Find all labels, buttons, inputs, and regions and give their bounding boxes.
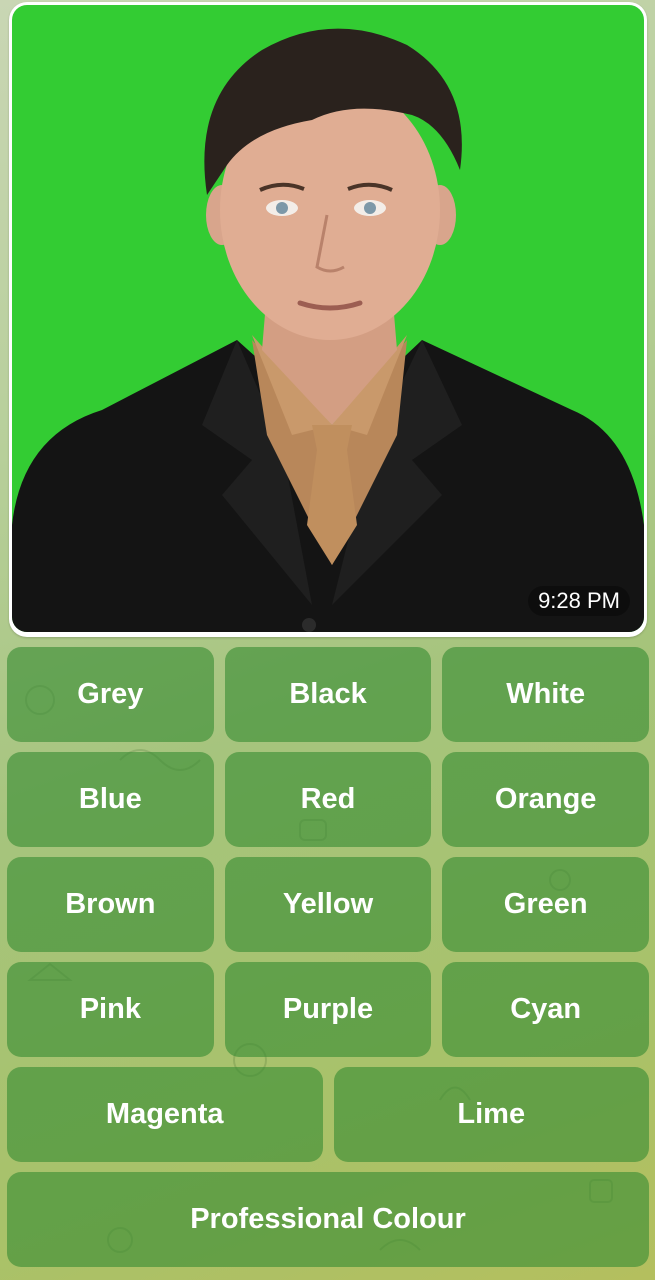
cyan-button[interactable]: Cyan <box>442 962 650 1057</box>
grey-button[interactable]: Grey <box>7 647 214 742</box>
green-button[interactable]: Green <box>442 857 650 952</box>
orange-button[interactable]: Orange <box>442 752 650 847</box>
portrait-photo[interactable]: 9:28 PM <box>12 5 644 632</box>
black-button[interactable]: Black <box>224 647 432 742</box>
inline-keyboard: Grey Black White Blue Red Orange Brown Y… <box>7 647 650 1267</box>
keyboard-row: Pink Purple Cyan <box>7 962 650 1057</box>
keyboard-row: Grey Black White <box>7 647 650 742</box>
magenta-button[interactable]: Magenta <box>7 1067 323 1162</box>
yellow-button[interactable]: Yellow <box>224 857 432 952</box>
professional-colour-button[interactable]: Professional Colour <box>7 1172 649 1267</box>
blue-button[interactable]: Blue <box>7 752 214 847</box>
purple-button[interactable]: Purple <box>224 962 432 1057</box>
message-time: 9:28 PM <box>528 586 630 616</box>
lime-button[interactable]: Lime <box>333 1067 649 1162</box>
keyboard-row: Professional Colour <box>7 1172 649 1267</box>
photo-message[interactable]: 9:28 PM <box>9 2 647 637</box>
white-button[interactable]: White <box>442 647 650 742</box>
brown-button[interactable]: Brown <box>7 857 214 952</box>
keyboard-row: Blue Red Orange <box>7 752 650 847</box>
red-button[interactable]: Red <box>224 752 432 847</box>
pink-button[interactable]: Pink <box>7 962 214 1057</box>
portrait-illustration <box>12 28 644 632</box>
keyboard-row: Brown Yellow Green <box>7 857 650 952</box>
keyboard-row: Magenta Lime <box>7 1067 649 1162</box>
